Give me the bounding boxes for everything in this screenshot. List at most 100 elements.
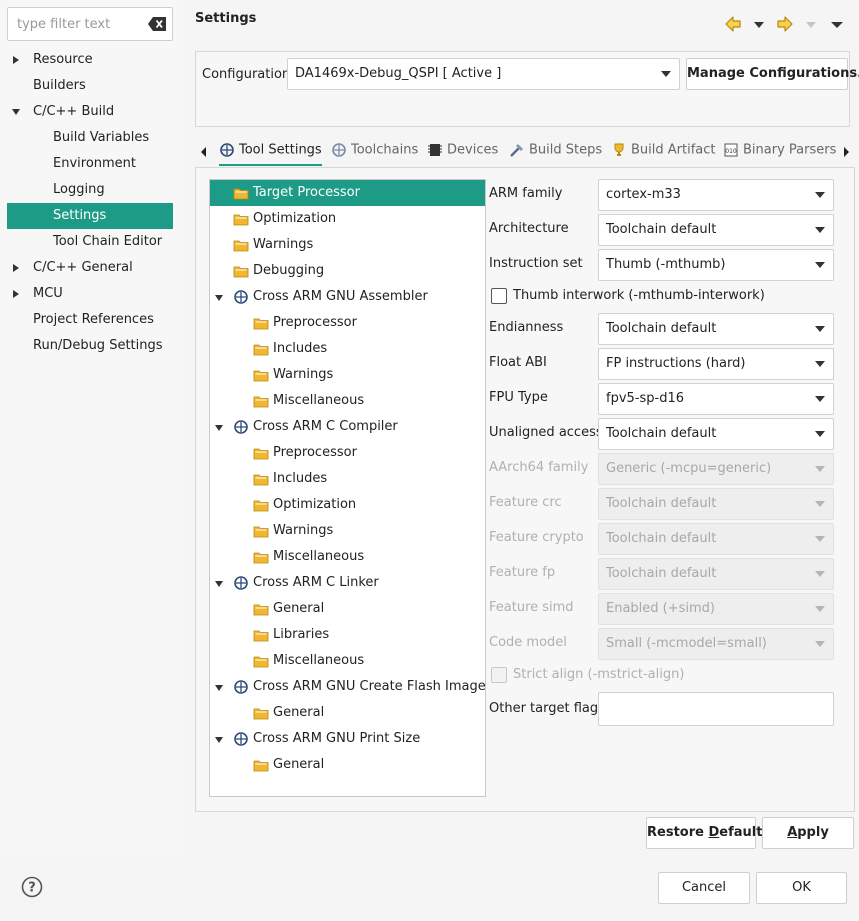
unaligned-access-select[interactable]: Toolchain default bbox=[598, 418, 834, 450]
tab-binary-parsers[interactable]: 010 Binary Parsers bbox=[723, 142, 836, 166]
clear-filter-icon[interactable] bbox=[148, 17, 166, 31]
tab-devices[interactable]: Devices bbox=[427, 142, 498, 166]
configuration-select[interactable]: DA1469x-Debug_QSPI [ Active ] bbox=[287, 58, 680, 90]
tree-item-label: Includes bbox=[273, 341, 328, 356]
folder-icon bbox=[253, 526, 269, 538]
feature-fp-label: Feature fp bbox=[489, 565, 556, 580]
tree-item-label: Includes bbox=[273, 471, 328, 486]
tree-item[interactable]: Miscellaneous bbox=[210, 544, 485, 570]
tree-tool-node[interactable]: Cross ARM C Linker bbox=[210, 570, 485, 596]
other-target-flags-input[interactable] bbox=[598, 692, 834, 726]
sidebar-item-project-references[interactable]: Project References bbox=[7, 307, 173, 333]
tree-item[interactable]: Warnings bbox=[210, 232, 485, 258]
ok-button[interactable]: OK bbox=[756, 872, 847, 904]
feature-simd-label: Feature simd bbox=[489, 600, 574, 615]
tree-item[interactable]: Optimization bbox=[210, 206, 485, 232]
tab-toolchains[interactable]: Toolchains bbox=[331, 142, 418, 166]
chevron-down-icon bbox=[815, 361, 825, 367]
tree-item[interactable]: General bbox=[210, 700, 485, 726]
tab-build-steps[interactable]: Build Steps bbox=[509, 142, 602, 166]
sidebar-item-logging[interactable]: Logging bbox=[7, 177, 173, 203]
tree-item-label: Warnings bbox=[253, 237, 314, 252]
svg-text:?: ? bbox=[28, 881, 36, 896]
thumb-interwork-checkbox[interactable] bbox=[491, 288, 507, 304]
page-title: Settings bbox=[195, 11, 257, 26]
restore-defaults-mnemonic: D bbox=[708, 825, 720, 840]
tree-item[interactable]: Preprocessor bbox=[210, 310, 485, 336]
expand-arrow-icon[interactable] bbox=[215, 294, 223, 302]
fpu-type-select[interactable]: fpv5-sp-d16 bbox=[598, 383, 834, 415]
chevron-down-icon bbox=[815, 536, 825, 542]
expand-arrow-icon[interactable] bbox=[215, 736, 223, 744]
tree-tool-node[interactable]: Cross ARM GNU Create Flash Image bbox=[210, 674, 486, 700]
tree-item[interactable]: Includes bbox=[210, 336, 485, 362]
chevron-down-icon bbox=[815, 326, 825, 332]
folder-icon bbox=[253, 760, 269, 772]
tree-item[interactable]: Optimization bbox=[210, 492, 485, 518]
tree-item[interactable]: Includes bbox=[210, 466, 485, 492]
instruction-set-select[interactable]: Thumb (-mthumb) bbox=[598, 249, 834, 281]
tabs-scroll-left-icon[interactable] bbox=[199, 146, 207, 158]
tree-item-label: Preprocessor bbox=[273, 445, 357, 460]
tool-icon bbox=[234, 680, 248, 694]
tree-item[interactable]: General bbox=[210, 596, 485, 622]
manage-configurations-button[interactable]: Manage Configurations... bbox=[686, 58, 859, 90]
tree-item[interactable]: Warnings bbox=[210, 362, 485, 388]
collapse-arrow-icon[interactable] bbox=[12, 56, 20, 64]
sidebar-item-settings[interactable]: Settings bbox=[7, 203, 173, 229]
collapse-arrow-icon[interactable] bbox=[12, 264, 20, 272]
restore-defaults-button[interactable]: Restore Defaults bbox=[646, 817, 770, 849]
sidebar-item-run-debug-settings[interactable]: Run/Debug Settings bbox=[7, 333, 173, 359]
filter-input[interactable] bbox=[15, 16, 140, 33]
other-flags-label: Other target flags bbox=[489, 701, 605, 716]
back-arrow-icon[interactable] bbox=[724, 14, 742, 34]
expand-arrow-icon[interactable] bbox=[215, 580, 223, 588]
endianness-select[interactable]: Toolchain default bbox=[598, 313, 834, 345]
arm-family-select[interactable]: cortex-m33 bbox=[598, 179, 834, 211]
sidebar-item-resource[interactable]: Resource bbox=[7, 47, 173, 73]
tree-item[interactable]: Libraries bbox=[210, 622, 485, 648]
tab-build-artifact[interactable]: Build Artifact bbox=[611, 142, 716, 166]
collapse-arrow-icon[interactable] bbox=[12, 290, 20, 298]
forward-arrow-icon[interactable] bbox=[776, 14, 794, 34]
folder-icon bbox=[253, 396, 269, 408]
tree-item[interactable]: Debugging bbox=[210, 258, 485, 284]
sidebar-item-mcu[interactable]: MCU bbox=[7, 281, 173, 307]
sidebar-item-label: C/C++ Build bbox=[33, 104, 115, 119]
architecture-select[interactable]: Toolchain default bbox=[598, 214, 834, 246]
tree-item[interactable]: Target Processor bbox=[210, 180, 485, 206]
apply-button[interactable]: Apply bbox=[762, 817, 854, 849]
tree-item[interactable]: Miscellaneous bbox=[210, 388, 485, 414]
tree-tool-node[interactable]: Cross ARM GNU Print Size bbox=[210, 726, 485, 752]
sidebar-item-c-c-general[interactable]: C/C++ General bbox=[7, 255, 173, 281]
chevron-down-icon bbox=[661, 71, 671, 77]
expand-arrow-icon[interactable] bbox=[215, 684, 223, 692]
tab-tool-settings[interactable]: Tool Settings bbox=[219, 142, 322, 166]
chevron-down-icon bbox=[815, 396, 825, 402]
filter-box bbox=[7, 7, 173, 41]
tree-item[interactable]: General bbox=[210, 752, 485, 778]
chevron-down-icon bbox=[815, 431, 825, 437]
tree-item[interactable]: Warnings bbox=[210, 518, 485, 544]
float-abi-select[interactable]: FP instructions (hard) bbox=[598, 348, 834, 380]
sidebar-item-c-c-build[interactable]: C/C++ Build bbox=[7, 99, 173, 125]
sidebar-item-tool-chain-editor[interactable]: Tool Chain Editor bbox=[7, 229, 173, 255]
tree-item[interactable]: Preprocessor bbox=[210, 440, 485, 466]
back-menu-icon[interactable] bbox=[753, 14, 765, 34]
tree-tool-node[interactable]: Cross ARM C Compiler bbox=[210, 414, 485, 440]
tabs-scroll-right-icon[interactable] bbox=[843, 146, 851, 158]
view-menu-icon[interactable] bbox=[830, 14, 844, 34]
tree-tool-node[interactable]: Cross ARM GNU Assembler bbox=[210, 284, 485, 310]
expand-arrow-icon[interactable] bbox=[215, 424, 223, 432]
cancel-button[interactable]: Cancel bbox=[658, 872, 750, 904]
preferences-sidebar: Resource Builders C/C++ Build Build Variabl… bbox=[0, 0, 183, 855]
tree-item[interactable]: Miscellaneous bbox=[210, 648, 485, 674]
configuration-label: Configuration: bbox=[202, 67, 295, 82]
sidebar-item-environment[interactable]: Environment bbox=[7, 151, 173, 177]
aarch64-family-select: Generic (-mcpu=generic) bbox=[598, 453, 834, 485]
sidebar-item-builders[interactable]: Builders bbox=[7, 73, 173, 99]
help-icon[interactable]: ? bbox=[21, 876, 43, 898]
sidebar-item-build-variables[interactable]: Build Variables bbox=[7, 125, 173, 151]
feature-fp-value: Toolchain default bbox=[606, 566, 717, 581]
expand-arrow-icon[interactable] bbox=[12, 108, 20, 116]
